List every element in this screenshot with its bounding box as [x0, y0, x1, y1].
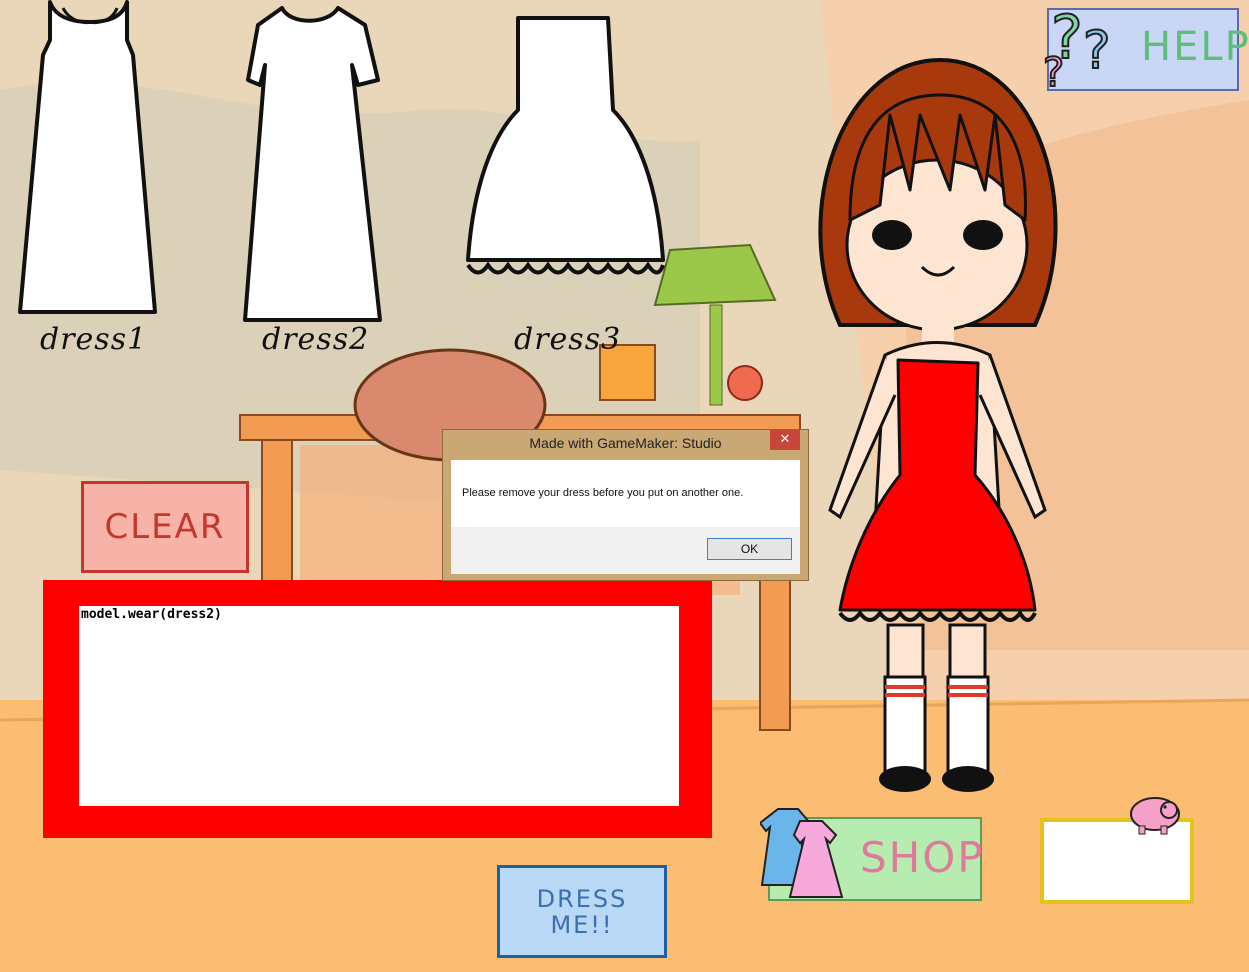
help-button[interactable]: ? ? ? HELP [1043, 2, 1249, 96]
dress-me-button[interactable]: DRESS ME!! [497, 865, 667, 958]
svg-text:?: ? [1083, 21, 1111, 81]
dresses-icon [760, 808, 844, 898]
character-model [818, 57, 1058, 792]
shop-label: SHOP [860, 833, 985, 882]
close-icon[interactable]: ✕ [770, 430, 800, 450]
dress2-item[interactable] [240, 5, 385, 325]
code-input[interactable]: model.wear(dress2) [79, 606, 679, 806]
svg-text:?: ? [1043, 50, 1064, 96]
message-dialog: Made with GameMaker: Studio ✕ Please rem… [442, 429, 809, 581]
help-label: HELP [1141, 24, 1249, 70]
dialog-title: Made with GameMaker: Studio [529, 435, 722, 451]
dress1-label: dress1 [40, 322, 148, 357]
question-marks-icon: ? ? ? [1043, 2, 1112, 96]
dress3-item[interactable] [463, 15, 668, 300]
clear-button[interactable]: CLEAR [81, 481, 249, 573]
dialog-body: Please remove your dress before you put … [451, 460, 800, 574]
dress2-label: dress2 [262, 322, 370, 357]
dress-me-label-line1: DRESS [536, 884, 628, 913]
dialog-message: Please remove your dress before you put … [462, 487, 744, 499]
dress-me-label-line2: ME!! [550, 910, 614, 939]
dialog-footer: OK [451, 527, 800, 574]
ok-button[interactable]: OK [707, 538, 792, 560]
dress1-item[interactable] [15, 0, 165, 322]
dress3-label: dress3 [514, 322, 622, 357]
shop-button[interactable]: SHOP [760, 808, 985, 901]
piggy-bank-icon [1130, 797, 1180, 835]
